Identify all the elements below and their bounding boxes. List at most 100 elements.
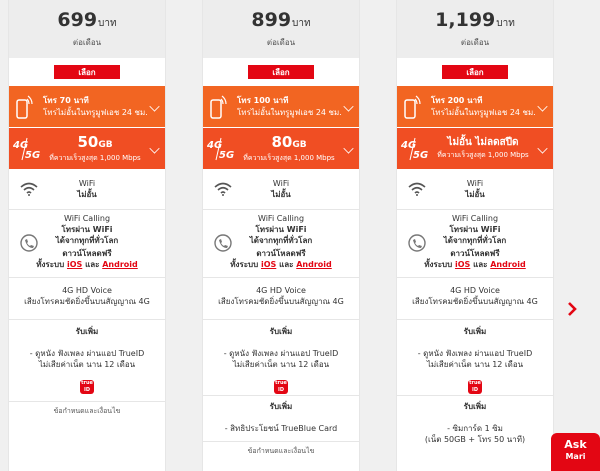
wifi-calling-icon [20, 234, 38, 252]
voice-package-row[interactable]: โทร 100 นาทีโทรไม่อั้นในทรูมูฟเอช 24 ชม. [203, 86, 359, 128]
wifi-calling-title: WiFi Calling [257, 214, 305, 223]
extra2-title: รับเพิ่ม [463, 402, 487, 411]
ios-link[interactable]: iOS [261, 260, 276, 269]
select-plan-button[interactable]: เลือก [248, 65, 314, 79]
extra-title: รับเพิ่ม [75, 327, 99, 336]
extra2-line1: - ซิมการ์ด 1 ซิม [447, 424, 503, 433]
data-amount: 80GB [271, 133, 307, 151]
plan-period: ต่อเดือน [266, 38, 296, 47]
mari-label: Mari [565, 452, 586, 461]
phone-icon [210, 95, 227, 119]
android-link[interactable]: Android [490, 260, 526, 269]
wifi-calling-icon [408, 234, 426, 252]
hd-voice-desc: เสียงโทรคมชัดยิ่งขึ้นบนสัญญาณ 4G [412, 297, 538, 306]
extra-title: รับเพิ่ม [269, 327, 293, 336]
voice-unlimited: โทรไม่อั้นในทรูมูฟเอช 24 ชม. [237, 108, 342, 117]
download-platforms: ทั้งระบบ iOS และ Android [36, 260, 138, 269]
ios-link[interactable]: iOS [455, 260, 470, 269]
hd-voice-title: 4G HD Voice [256, 286, 306, 295]
data-package-row[interactable]: 4G 5G 80GB ที่ความเร็วสูงสุด 1,000 Mbps [203, 128, 359, 170]
wifi-row: WiFi ไม่อั้น [9, 170, 165, 210]
extra-title: รับเพิ่ม [463, 327, 487, 336]
svg-text:5G: 5G [25, 150, 40, 161]
wifi-icon [20, 182, 38, 196]
download-platforms: ทั้งระบบ iOS และ Android [424, 260, 526, 269]
wifi-row: WiFi ไม่อั้น [203, 170, 359, 210]
chevron-down-icon[interactable] [537, 143, 548, 154]
data-package-row[interactable]: 4G 5G 50GB ที่ความเร็วสูงสุด 1,000 Mbps [9, 128, 165, 170]
plan-price: 699บาท [57, 9, 117, 31]
wifi-icon [408, 182, 426, 196]
extra2-line2: (เน็ต 50GB + โทร 50 นาที) [424, 435, 526, 444]
plan-period: ต่อเดือน [72, 38, 102, 47]
4g5g-logo-icon: 4G5G [13, 137, 40, 161]
data-speed: ที่ความเร็วสูงสุด 1,000 Mbps [49, 154, 141, 162]
wifi-calling-title: WiFi Calling [451, 214, 499, 223]
phone-icon [404, 95, 421, 119]
android-link[interactable]: Android [102, 260, 138, 269]
data-amount: 50GB [77, 133, 113, 151]
extra-benefit-2: รับเพิ่ม - ซิมการ์ด 1 ซิม (เน็ต 50GB + โ… [397, 396, 553, 446]
trueid-icon: true ID [80, 380, 94, 394]
ask-mari-button[interactable]: Ask Mari [551, 433, 600, 471]
4g5g-logo-icon: 4G5G [401, 137, 428, 161]
trueid-icon: true ID [468, 380, 482, 394]
wifi-calling-title: WiFi Calling [63, 214, 111, 223]
extra-line1: - ดูหนัง ฟังเพลง ผ่านแอป TrueID [223, 349, 339, 358]
extra-benefit: รับเพิ่ม - ดูหนัง ฟังเพลง ผ่านแอป TrueID… [397, 320, 553, 396]
chevron-down-icon[interactable] [343, 101, 354, 112]
chevron-down-icon[interactable] [149, 101, 160, 112]
plan-card-699: 699บาท ต่อเดือน เลือก โทร 70 นาที โทรไม่อ… [8, 0, 166, 471]
extra-benefit-2: รับเพิ่ม - สิทธิประโยชน์ TrueBlue Card [203, 396, 359, 442]
voice-package-row[interactable]: โทร 200 นาทีโทรไม่อั้นในทรูมูฟเอช 24 ชม. [397, 86, 553, 128]
svg-text:5G: 5G [219, 150, 234, 161]
data-speed: ที่ความเร็วสูงสุด 1,000 Mbps [243, 154, 335, 162]
voice-unlimited: โทรไม่อั้นในทรูมูฟเอช 24 ชม. [431, 108, 536, 117]
ios-link[interactable]: iOS [67, 260, 82, 269]
ask-label: Ask [564, 438, 587, 451]
phone-icon [16, 95, 33, 119]
voice-package-row[interactable]: โทร 70 นาที โทรไม่อั้นในทรูมูฟเอช 24 ชม. [9, 86, 165, 128]
extra-line2: ไม่เสียค่าเน็ต นาน 12 เดือน [38, 360, 136, 369]
data-speed: ที่ความเร็วสูงสุด 1,000 Mbps [437, 151, 529, 159]
extra-line1: - ดูหนัง ฟังเพลง ผ่านแอป TrueID [29, 349, 145, 358]
next-arrow-icon[interactable] [566, 301, 578, 317]
plan-card-1199: 1,199บาท ต่อเดือน เลือก โทร 200 นาทีโทรไ… [396, 0, 554, 471]
select-plan-button[interactable]: เลือก [442, 65, 508, 79]
extra-benefit: รับเพิ่ม - ดูหนัง ฟังเพลง ผ่านแอป TrueID… [9, 320, 165, 395]
trueid-icon: true ID [274, 380, 288, 394]
download-platforms: ทั้งระบบ iOS และ Android [230, 260, 332, 269]
hd-voice-desc: เสียงโทรคมชัดยิ่งขึ้นบนสัญญาณ 4G [218, 297, 344, 306]
terms-link[interactable]: ข้อกำหนดและเงื่อนไข [248, 447, 315, 455]
chevron-down-icon[interactable] [149, 143, 160, 154]
plan-card-899: 899บาท ต่อเดือน เลือก โทร 100 นาทีโทรไม่… [202, 0, 360, 471]
plan-header: 899บาท ต่อเดือน [203, 0, 359, 58]
4g5g-logo-icon: 4G5G [207, 137, 234, 161]
hd-voice-row: 4G HD Voice เสียงโทรคมชัดยิ่งขึ้นบนสัญญาณ… [9, 278, 165, 320]
android-link[interactable]: Android [296, 260, 332, 269]
hd-voice-desc: เสียงโทรคมชัดยิ่งขึ้นบนสัญญาณ 4G [24, 297, 150, 306]
extra2-title: รับเพิ่ม [269, 402, 293, 411]
plan-header: 699บาท ต่อเดือน [9, 0, 165, 58]
chevron-down-icon[interactable] [537, 101, 548, 112]
hd-voice-row: 4G HD Voice เสียงโทรคมชัดยิ่งขึ้นบนสัญญาณ… [397, 278, 553, 320]
wifi-row: WiFi ไม่อั้น [397, 170, 553, 210]
plan-price: 899บาท [251, 9, 311, 31]
voice-minutes: โทร 100 นาที [237, 96, 289, 105]
wifi-calling-icon [214, 234, 232, 252]
wifi-calling-row: WiFi Calling โทรผ่าน WiFi ได้จากทุกที่ทั… [203, 210, 359, 278]
select-plan-button[interactable]: เลือก [54, 65, 120, 79]
hd-voice-title: 4G HD Voice [62, 286, 112, 295]
voice-minutes: โทร 200 นาที [431, 96, 483, 105]
hd-voice-row: 4G HD Voice เสียงโทรคมชัดยิ่งขึ้นบนสัญญาณ… [203, 278, 359, 320]
hd-voice-title: 4G HD Voice [450, 286, 500, 295]
voice-unlimited: โทรไม่อั้นในทรูมูฟเอช 24 ชม. [43, 108, 148, 117]
chevron-down-icon[interactable] [343, 143, 354, 154]
plan-period: ต่อเดือน [460, 38, 490, 47]
extra-line1: - ดูหนัง ฟังเพลง ผ่านแอป TrueID [417, 349, 533, 358]
data-package-row[interactable]: 4G 5G ไม่อั้น ไม่ลดสปีด ที่ความเร็วสูงสุด… [397, 128, 553, 170]
plan-header: 1,199บาท ต่อเดือน [397, 0, 553, 58]
plan-price: 1,199บาท [435, 9, 515, 31]
extra-benefit: รับเพิ่ม - ดูหนัง ฟังเพลง ผ่านแอป TrueID… [203, 320, 359, 396]
terms-link[interactable]: ข้อกำหนดและเงื่อนไข [54, 407, 121, 415]
